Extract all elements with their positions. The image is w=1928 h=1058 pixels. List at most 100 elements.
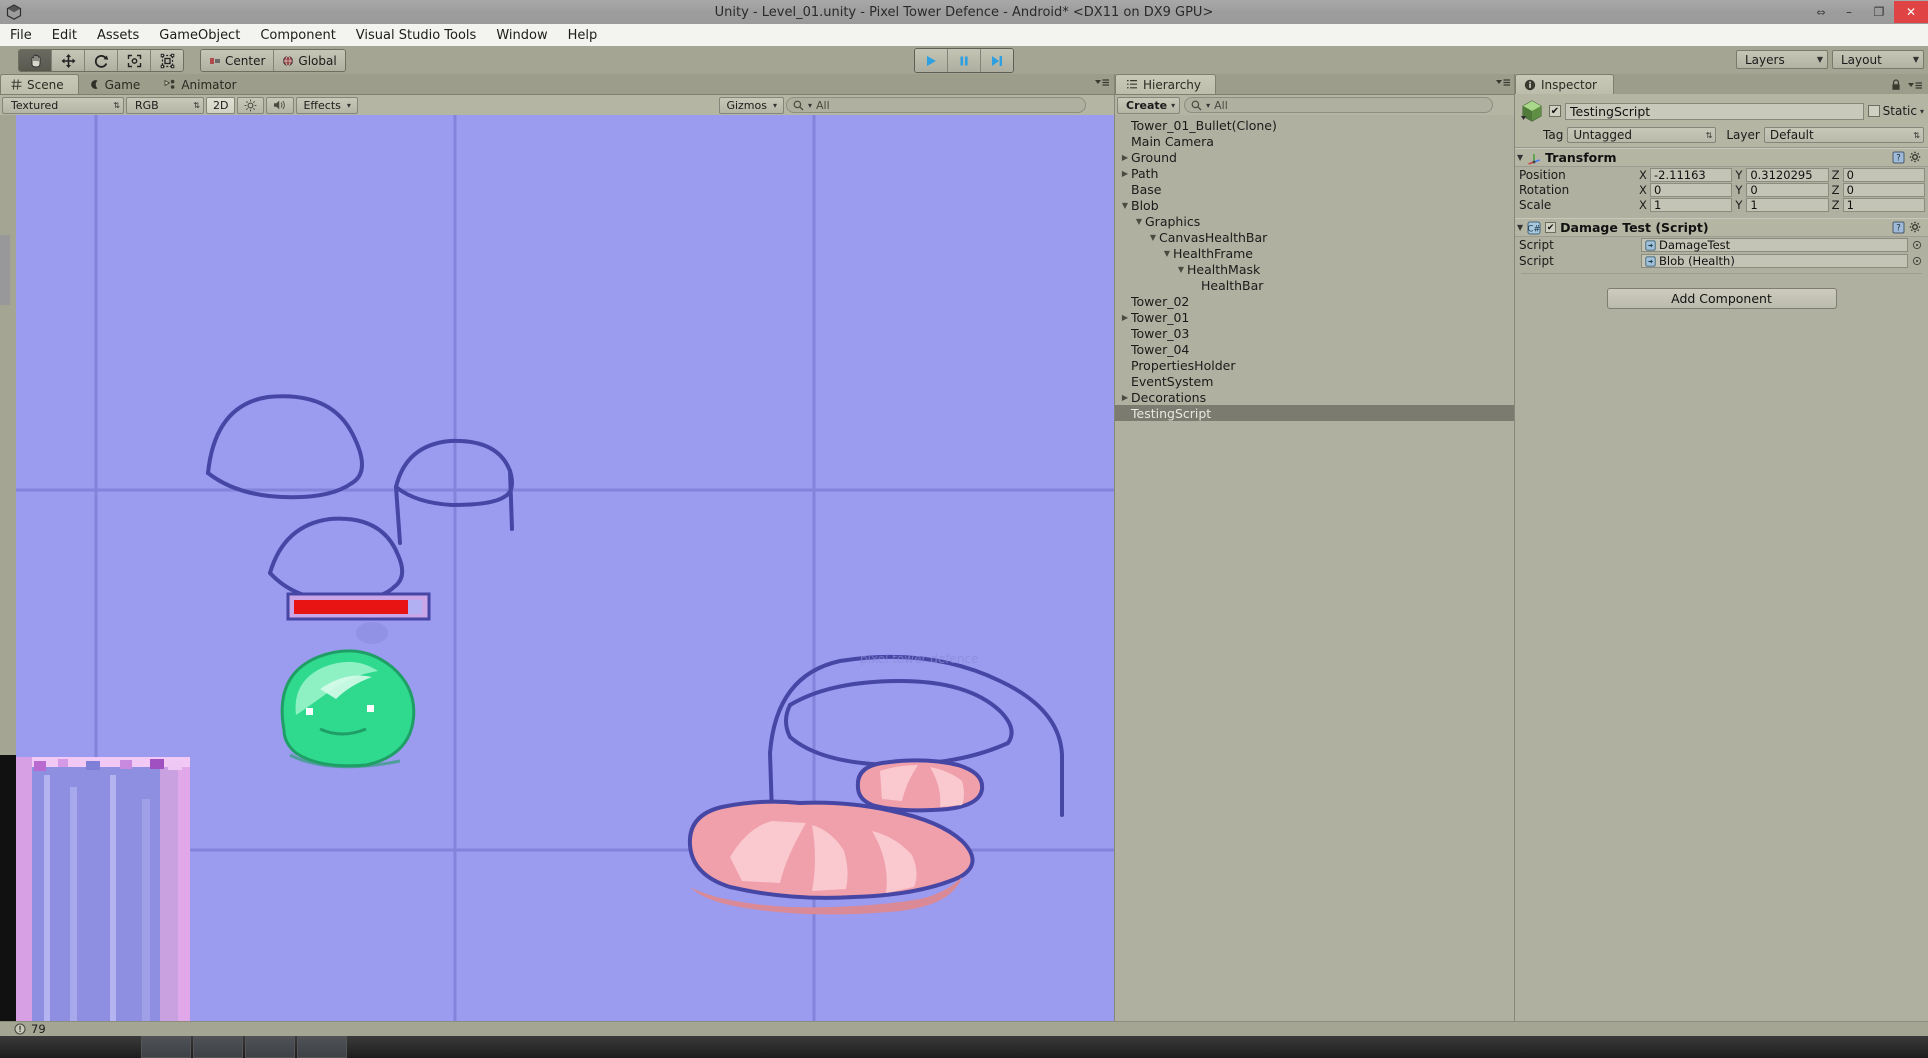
taskbar-item[interactable]	[245, 1036, 295, 1058]
toggle-audio-button[interactable]	[266, 96, 295, 114]
damage-test-enabled-checkbox[interactable]: ✔	[1545, 222, 1557, 233]
chevron-down-icon[interactable]: ▾	[1920, 107, 1924, 116]
transform-scale-z-input[interactable]: 1	[1842, 197, 1925, 212]
chevron-right-icon[interactable]: ▶	[1119, 153, 1131, 162]
taskbar-item[interactable]	[141, 1036, 191, 1058]
maximize-button[interactable]: ❐	[1864, 1, 1894, 23]
transform-position-z-input[interactable]: 0	[1842, 167, 1925, 182]
menu-visual-studio-tools[interactable]: Visual Studio Tools	[346, 26, 487, 45]
chevron-down-icon[interactable]: ▼	[1147, 233, 1159, 242]
toggle-lighting-button[interactable]	[237, 96, 265, 114]
add-component-button[interactable]: Add Component	[1606, 288, 1837, 309]
script-object-field[interactable]: Blob (Health)	[1641, 254, 1908, 268]
menu-component[interactable]: Component	[250, 26, 345, 45]
hierarchy-item-healthframe[interactable]: ▼ HealthFrame	[1115, 245, 1515, 261]
pivot-mode-button[interactable]: Center	[201, 50, 275, 71]
foldout-expanded-icon[interactable]: ▼	[1517, 153, 1523, 162]
hierarchy-item-main-camera[interactable]: Main Camera	[1115, 133, 1515, 149]
panel-menu-icon[interactable]	[1495, 78, 1511, 87]
gear-icon[interactable]	[1909, 221, 1922, 234]
transform-rotation-y-input[interactable]: 0	[1746, 182, 1829, 197]
chevron-right-icon[interactable]: ▶	[1119, 313, 1131, 322]
effects-dropdown[interactable]: Effects ▾	[296, 96, 358, 114]
hierarchy-tree[interactable]: Tower_01_Bullet(Clone) Main Camera ▶ Ground…	[1115, 115, 1515, 1022]
transform-scale-y-input[interactable]: 1	[1746, 197, 1829, 212]
tab-game[interactable]: Game	[79, 75, 155, 94]
transform-scale-x-input[interactable]: 1	[1650, 197, 1733, 212]
help-icon[interactable]: ?	[1892, 151, 1905, 164]
scene-search-input[interactable]: ▾ All	[786, 97, 1086, 113]
menu-file[interactable]: File	[0, 26, 42, 45]
hierarchy-item-propertiesholder[interactable]: PropertiesHolder	[1115, 357, 1515, 373]
object-picker-icon[interactable]	[1910, 256, 1924, 266]
space-mode-button[interactable]: Global	[274, 50, 345, 71]
hierarchy-search-input[interactable]: ▾ All	[1184, 97, 1493, 113]
hierarchy-item-canvashealthbar[interactable]: ▼ CanvasHealthBar	[1115, 229, 1515, 245]
hierarchy-item-path[interactable]: ▶ Path	[1115, 165, 1515, 181]
scale-tool-button[interactable]	[118, 50, 151, 71]
tab-hierarchy[interactable]: Hierarchy	[1115, 74, 1217, 94]
chevron-down-icon[interactable]: ▼	[1175, 265, 1187, 274]
color-mode-dropdown[interactable]: RGB ⇅	[126, 96, 204, 114]
menu-assets[interactable]: Assets	[87, 26, 149, 45]
foldout-expanded-icon[interactable]: ▼	[1517, 223, 1523, 232]
lock-icon[interactable]	[1891, 79, 1901, 91]
chevron-down-icon[interactable]: ▼	[1119, 201, 1131, 210]
transform-rotation-x-input[interactable]: 0	[1650, 182, 1733, 197]
minimize-button[interactable]: –	[1834, 1, 1864, 23]
hierarchy-item-eventsystem[interactable]: EventSystem	[1115, 373, 1515, 389]
rect-transform-tool-button[interactable]	[151, 50, 183, 71]
transform-position-x-input[interactable]: -2.11163	[1650, 167, 1733, 182]
tab-scene[interactable]: Scene	[0, 74, 79, 94]
status-bar[interactable]: 79	[0, 1021, 1928, 1036]
gizmos-dropdown[interactable]: Gizmos ▾	[719, 96, 784, 114]
tag-dropdown[interactable]: Untagged ⇅	[1567, 127, 1717, 143]
chevron-right-icon[interactable]: ▶	[1119, 169, 1131, 178]
hierarchy-item-healthbar[interactable]: HealthBar	[1115, 277, 1515, 293]
create-dropdown-button[interactable]: Create ▾	[1117, 96, 1181, 114]
hierarchy-item-tower-04[interactable]: Tower_04	[1115, 341, 1515, 357]
transform-rotation-z-input[interactable]: 0	[1842, 182, 1925, 197]
panel-menu-icon[interactable]	[1907, 81, 1923, 90]
chevron-down-icon[interactable]: ▼	[1133, 217, 1145, 226]
object-enabled-checkbox[interactable]: ✔	[1549, 105, 1561, 117]
hierarchy-item-tower-02[interactable]: Tower_02	[1115, 293, 1515, 309]
taskbar-item[interactable]	[193, 1036, 243, 1058]
hand-tool-button[interactable]	[19, 50, 52, 71]
menu-window[interactable]: Window	[486, 26, 557, 45]
hierarchy-item-graphics[interactable]: ▼ Graphics	[1115, 213, 1515, 229]
object-picker-icon[interactable]	[1910, 240, 1924, 250]
object-name-input[interactable]: TestingScript	[1565, 102, 1864, 120]
draw-mode-dropdown[interactable]: Textured ⇅	[2, 96, 124, 114]
layout-dropdown[interactable]: Layout ▼	[1832, 50, 1924, 69]
hierarchy-item-tower-01[interactable]: ▶ Tower_01	[1115, 309, 1515, 325]
hierarchy-item-healthmask[interactable]: ▼ HealthMask	[1115, 261, 1515, 277]
help-icon[interactable]: ?	[1892, 221, 1905, 234]
chevron-down-icon[interactable]: ▼	[1161, 249, 1173, 258]
scene-viewport[interactable]: pixel tower defence pixel tower defence	[0, 115, 1114, 1022]
tab-inspector[interactable]: Inspector	[1515, 74, 1614, 94]
menu-gameobject[interactable]: GameObject	[149, 26, 250, 45]
hierarchy-item-decorations[interactable]: ▶ Decorations	[1115, 389, 1515, 405]
hierarchy-item-testingscript[interactable]: TestingScript	[1115, 405, 1515, 421]
transform-position-y-input[interactable]: 0.3120295	[1746, 167, 1829, 182]
layers-dropdown[interactable]: Layers ▼	[1736, 50, 1828, 69]
layer-dropdown[interactable]: Default ⇅	[1763, 127, 1924, 143]
chevron-right-icon[interactable]: ▶	[1119, 393, 1131, 402]
hierarchy-item-blob[interactable]: ▼ Blob	[1115, 197, 1515, 213]
close-button[interactable]: ✕	[1894, 1, 1928, 23]
hierarchy-item-tower-03[interactable]: Tower_03	[1115, 325, 1515, 341]
hierarchy-item-base[interactable]: Base	[1115, 181, 1515, 197]
taskbar-item[interactable]	[297, 1036, 347, 1058]
toggle-2d-button[interactable]: 2D	[206, 96, 236, 114]
move-tool-button[interactable]	[52, 50, 85, 71]
static-toggle[interactable]: Static ▾	[1867, 104, 1924, 118]
hierarchy-item-ground[interactable]: ▶ Ground	[1115, 149, 1515, 165]
panel-menu-icon[interactable]	[1094, 78, 1110, 87]
damage-test-component-header[interactable]: ▼ C# ✔ Damage Test (Script) ?	[1515, 218, 1928, 237]
rotate-tool-button[interactable]	[85, 50, 118, 71]
menu-edit[interactable]: Edit	[42, 26, 87, 45]
static-checkbox[interactable]	[1867, 105, 1880, 117]
pause-button[interactable]	[948, 49, 981, 72]
tab-animator[interactable]: Animator	[154, 75, 250, 94]
